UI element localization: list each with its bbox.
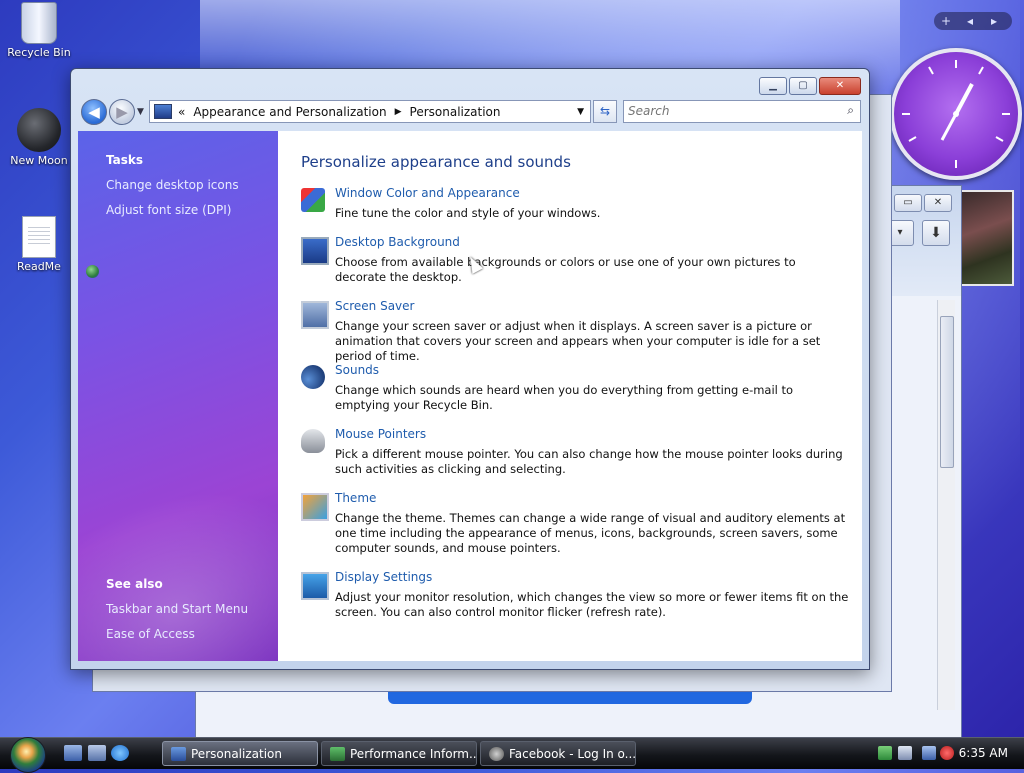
taskbar-item-label: Performance Inform...	[350, 747, 477, 761]
item-title-link[interactable]: Screen Saver	[335, 299, 414, 313]
taskbar-clock[interactable]: 6:35 AM	[959, 746, 1008, 760]
taskbar-item-label: Personalization	[191, 747, 282, 761]
display-icon	[301, 572, 329, 600]
item-title-link[interactable]: Mouse Pointers	[335, 427, 426, 441]
show-desktop-icon[interactable]	[64, 745, 82, 761]
recycle-bin-icon	[21, 2, 57, 44]
tray-app-icon[interactable]	[898, 746, 912, 760]
wallpaper-icon	[301, 237, 329, 265]
tasks-heading: Tasks	[106, 153, 144, 167]
item-description: Fine tune the color and style of your wi…	[335, 206, 601, 220]
mouse-icon	[301, 429, 325, 453]
item-sounds: Sounds Change which sounds are heard whe…	[301, 363, 846, 418]
item-title-link[interactable]: Window Color and Appearance	[335, 186, 520, 200]
item-description: Change your screen saver or adjust when …	[335, 319, 821, 363]
network-icon[interactable]	[922, 746, 936, 760]
clock-gadget[interactable]	[890, 48, 1022, 180]
item-description: Adjust your monitor resolution, which ch…	[335, 590, 849, 619]
taskbar-item-facebook[interactable]: Facebook - Log In o...	[480, 741, 636, 766]
scrollbar-thumb[interactable]	[940, 316, 954, 468]
internet-explorer-icon[interactable]	[111, 745, 129, 761]
volume-muted-icon[interactable]	[940, 746, 954, 760]
security-icon[interactable]	[878, 746, 892, 760]
desktop-icon-label: Recycle Bin	[7, 46, 71, 59]
add-gadget-icon[interactable]: +	[934, 12, 958, 30]
close-icon[interactable]: ✕	[924, 194, 952, 212]
minimize-icon[interactable]: ▁	[759, 77, 787, 95]
desktop-icon-label: ReadMe	[17, 260, 61, 273]
clock-face-icon	[902, 60, 1010, 168]
address-bar[interactable]: « Appearance and Personalization ▶ Perso…	[149, 100, 591, 123]
system-tray: 6:35 AM	[864, 738, 1024, 769]
color-icon	[301, 188, 325, 212]
forward-button[interactable]: ▶	[109, 99, 135, 125]
item-mouse-pointers: Mouse Pointers Pick a different mouse po…	[301, 427, 846, 482]
previous-gadget-icon[interactable]: ◂	[958, 12, 982, 30]
gadget-toolbar: + ◂ ▸	[934, 12, 1012, 30]
taskbar-item-performance[interactable]: Performance Inform...	[321, 741, 477, 766]
close-icon[interactable]: ✕	[819, 77, 861, 95]
switch-windows-icon[interactable]	[88, 745, 106, 761]
breadcrumb-appearance[interactable]: Appearance and Personalization	[193, 105, 386, 119]
sounds-icon	[301, 365, 325, 389]
item-description: Change the theme. Themes can change a wi…	[335, 511, 846, 555]
item-description: Change which sounds are heard when you d…	[335, 383, 794, 412]
desktop-icon-recycle-bin[interactable]: Recycle Bin	[5, 2, 73, 59]
restore-icon[interactable]: ▭	[894, 194, 922, 212]
taskbar: Personalization Performance Inform... Fa…	[0, 737, 1024, 773]
address-dropdown-icon[interactable]: ▼	[577, 107, 584, 117]
performance-icon	[330, 747, 345, 761]
item-screen-saver: Screen Saver Change your screen saver or…	[301, 299, 846, 363]
see-also-heading: See also	[106, 577, 163, 591]
task-change-desktop-icons[interactable]: Change desktop icons	[106, 178, 239, 192]
personalization-window[interactable]: ▁ ▢ ✕ ◀ ▶ ▼ « Appearance and Personalizati…	[70, 68, 870, 670]
see-also-taskbar[interactable]: Taskbar and Start Menu	[106, 602, 248, 616]
page-title: Personalize appearance and sounds	[301, 153, 571, 171]
maximize-icon[interactable]: ▢	[789, 77, 817, 95]
item-title-link[interactable]: Desktop Background	[335, 235, 460, 249]
item-title-link[interactable]: Display Settings	[335, 570, 432, 584]
slideshow-gadget[interactable]	[960, 190, 1014, 286]
item-display-settings: Display Settings Adjust your monitor res…	[301, 570, 848, 625]
breadcrumb-chevrons[interactable]: «	[178, 105, 185, 119]
refresh-button[interactable]: ⇆	[593, 100, 617, 123]
search-icon[interactable]: ⌕	[847, 103, 854, 118]
item-description: Choose from available backgrounds or col…	[335, 255, 796, 284]
breadcrumb-personalization[interactable]: Personalization	[410, 105, 501, 119]
recent-pages-dropdown-icon[interactable]: ▼	[137, 107, 144, 117]
text-document-icon	[22, 216, 56, 258]
next-gadget-icon[interactable]: ▸	[982, 12, 1006, 30]
task-pane-sheen	[78, 422, 278, 661]
item-theme: Theme Change the theme. Themes can chang…	[301, 491, 846, 561]
browser-icon	[489, 747, 504, 761]
item-window-color: Window Color and Appearance Fine tune th…	[301, 186, 846, 226]
search-box[interactable]: ⌕	[623, 100, 861, 123]
moon-icon	[17, 108, 61, 152]
item-title-link[interactable]: Theme	[335, 491, 376, 505]
item-title-link[interactable]: Sounds	[335, 363, 379, 377]
task-adjust-font-size[interactable]: Adjust font size (DPI)	[106, 203, 231, 217]
search-input[interactable]	[624, 101, 832, 120]
item-desktop-background: Desktop Background Choose from available…	[301, 235, 846, 290]
back-button[interactable]: ◀	[81, 99, 107, 125]
content-pane: Personalize appearance and sounds Window…	[278, 131, 862, 661]
desktop-icon-label: New Moon	[10, 154, 68, 167]
see-also-ease-of-access[interactable]: Ease of Access	[106, 627, 195, 641]
breadcrumb-separator-icon[interactable]: ▶	[395, 107, 402, 117]
control-panel-icon	[154, 104, 172, 119]
theme-icon	[301, 493, 329, 521]
screensaver-icon	[301, 301, 329, 329]
control-panel-icon	[171, 747, 186, 761]
desktop-icon-new-moon[interactable]: New Moon	[5, 108, 73, 167]
background-scrollbar[interactable]	[937, 300, 955, 710]
taskbar-item-label: Facebook - Log In o...	[509, 747, 636, 761]
desktop-icon-readme[interactable]: ReadMe	[5, 216, 73, 273]
uac-shield-icon	[86, 265, 99, 278]
task-pane: Tasks Change desktop icons Adjust font s…	[78, 131, 278, 661]
taskbar-item-personalization[interactable]: Personalization	[162, 741, 318, 766]
item-description: Pick a different mouse pointer. You can …	[335, 447, 843, 476]
download-arrow-icon[interactable]: ⬇	[922, 220, 950, 246]
title-buttons: ▁ ▢ ✕	[757, 77, 861, 95]
